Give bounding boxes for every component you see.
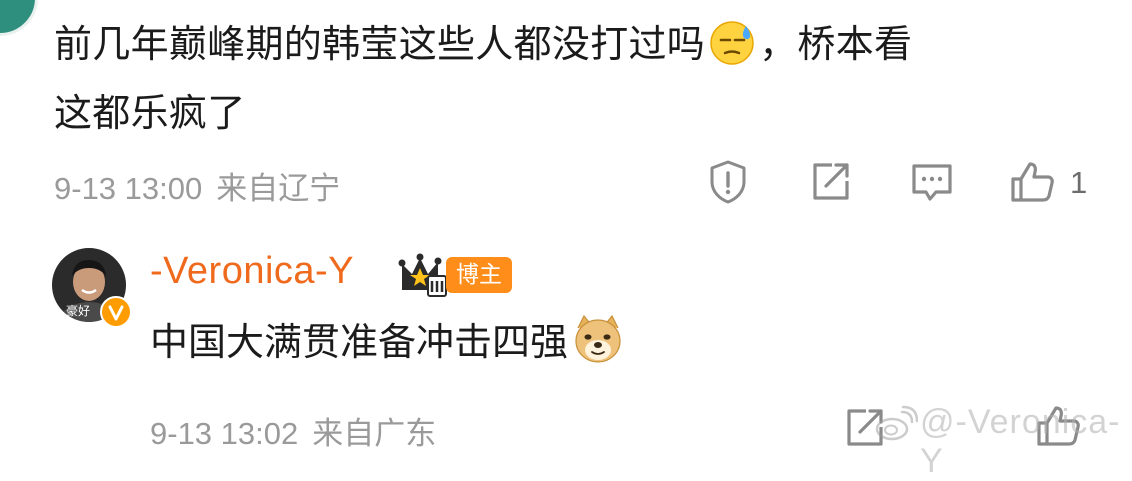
weibo-logo-icon xyxy=(874,404,919,444)
report-icon[interactable] xyxy=(704,158,752,206)
share-icon[interactable] xyxy=(806,158,854,206)
previous-commenter-avatar[interactable] xyxy=(0,0,38,36)
username[interactable]: -Veronica-Y xyxy=(150,250,354,293)
comment-1-text-part-1: 前几年巅峰期的韩莹这些人都没打过吗 xyxy=(54,22,706,66)
comment-1-time: 9-13 13:00 xyxy=(54,171,203,206)
sweat-face-emoji-icon xyxy=(709,20,755,83)
comment-icon[interactable] xyxy=(908,158,956,206)
comment-2-text: 中国大满贯准备冲击四强 xyxy=(150,312,628,381)
comment-1-text: 前几年巅峰期的韩莹这些人都没打过吗 ，桥本看 这都乐疯了 xyxy=(54,14,1094,143)
verified-badge xyxy=(100,296,132,328)
comment-2-text-part-1: 中国大满贯准备冲击四强 xyxy=(150,320,569,364)
comment-2-time: 9-13 13:02 xyxy=(150,416,299,451)
like-count: 1 xyxy=(1070,165,1088,200)
comment-1-meta: 9-13 13:00 来自辽宁 xyxy=(54,163,340,208)
comment-1-location: 来自辽宁 xyxy=(216,171,341,207)
comment-1-text-part-3: 这都乐疯了 xyxy=(54,91,246,135)
avatar-caption: 豪好 xyxy=(66,304,91,318)
comment-2-location: 来自广东 xyxy=(312,416,437,452)
comment-2-meta: 9-13 13:02 来自广东 xyxy=(150,408,436,453)
like-icon[interactable] xyxy=(1008,158,1056,206)
watermark-text: @-Veronica-Y xyxy=(920,403,1121,480)
comment-1-text-part-2: ，桥本看 xyxy=(759,22,913,66)
doge-emoji-icon xyxy=(572,314,624,381)
blogger-badge: 博主 xyxy=(446,257,512,293)
